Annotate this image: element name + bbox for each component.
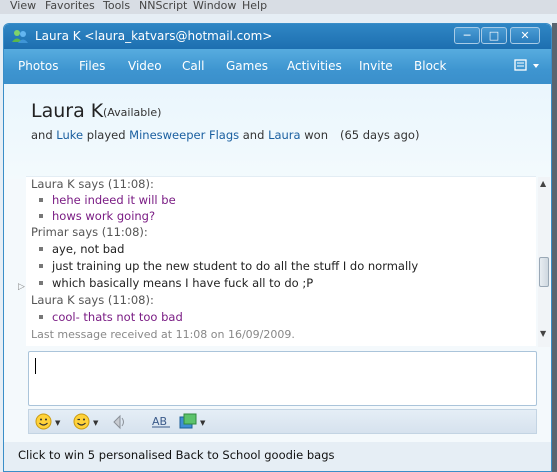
activity-player-link[interactable]: Luke: [56, 128, 83, 142]
advertisement-link[interactable]: Click to win 5 personalised Back to Scho…: [18, 448, 335, 462]
message-text: just training up the new student to do a…: [52, 259, 419, 273]
messenger-buddy-icon: [12, 29, 28, 43]
bullet-icon: [39, 315, 43, 319]
minimize-icon: ─: [463, 29, 471, 42]
scroll-down-icon[interactable]: ▼: [540, 329, 546, 338]
message-line: hows work going?: [31, 209, 155, 223]
bullet-icon: [39, 214, 43, 218]
contact-name: Laura K: [31, 100, 104, 122]
maximize-button[interactable]: □: [481, 27, 507, 44]
wink-icon[interactable]: [73, 413, 90, 433]
close-icon: ✕: [520, 29, 530, 42]
parent-menu-bar: View Favorites Tools NNScript Window Hel…: [0, 0, 557, 14]
activity-text: and: [239, 128, 269, 142]
action-toolbar: Photos Files Video Call Games Activities…: [4, 49, 551, 84]
message-line: hehe indeed it will be: [31, 193, 176, 207]
maximize-icon: □: [488, 29, 500, 42]
contact-status: (Available): [103, 106, 162, 119]
message-line: aye, not bad: [31, 242, 124, 256]
message-text: hehe indeed it will be: [52, 193, 176, 207]
message-text: hows work going?: [52, 209, 156, 223]
menu-favorites[interactable]: Favorites: [45, 0, 95, 12]
message-text: cool- thats not too bad: [52, 310, 183, 324]
chevron-down-icon[interactable]: ▼: [55, 419, 60, 427]
conversation-history[interactable]: Laura K says (11:08): hehe indeed it wil…: [26, 176, 536, 346]
activity-text: played: [83, 128, 130, 142]
minimize-button[interactable]: ─: [454, 27, 480, 44]
menu-dropdown-icon: [514, 59, 539, 71]
background-edge: [552, 23, 557, 472]
background-icon[interactable]: [179, 413, 197, 433]
svg-text:AB: AB: [152, 415, 167, 428]
message-line: cool- thats not too bad: [31, 310, 183, 324]
menu-nnscript[interactable]: NNScript: [139, 0, 187, 12]
close-button[interactable]: ✕: [510, 27, 540, 44]
input-toolbar: ▼ ▼ AB ▼: [28, 409, 537, 434]
toolbar-files[interactable]: Files: [79, 59, 105, 73]
nudge-icon[interactable]: [111, 413, 128, 433]
expand-arrow-icon[interactable]: ▷: [18, 282, 25, 292]
conversation-scrollbar[interactable]: ▲ ▼: [538, 177, 550, 347]
bullet-icon: [39, 281, 43, 285]
chevron-down-icon[interactable]: ▼: [93, 419, 98, 427]
message-sender: Primar says (11:08):: [31, 225, 148, 239]
message-line: just training up the new student to do a…: [31, 259, 418, 273]
toolbar-activities[interactable]: Activities: [287, 59, 342, 73]
menu-tools[interactable]: Tools: [103, 0, 130, 12]
menu-help[interactable]: Help: [242, 0, 267, 12]
toolbar-video[interactable]: Video: [128, 59, 162, 73]
last-message-received: Last message received at 11:08 on 16/09/…: [31, 328, 295, 341]
toolbar-block[interactable]: Block: [414, 59, 446, 73]
bullet-icon: [39, 247, 43, 251]
bullet-icon: [39, 264, 43, 268]
toolbar-photos[interactable]: Photos: [18, 59, 58, 73]
recent-activity: and Luke played Minesweeper Flags and La…: [31, 128, 419, 142]
activity-text: won: [300, 128, 328, 142]
conversation-window: Laura K <laura_katvars@hotmail.com> ─ □ …: [3, 23, 552, 472]
message-text: which basically means I have fuck all to…: [52, 276, 314, 290]
scroll-up-icon[interactable]: ▲: [540, 179, 546, 188]
emoticon-icon[interactable]: [35, 413, 52, 433]
activity-time-ago: (65 days ago): [339, 128, 420, 142]
chevron-down-icon[interactable]: ▼: [200, 419, 205, 427]
activity-winner-link[interactable]: Laura: [268, 128, 301, 142]
message-sender: Laura K says (11:08):: [31, 293, 154, 307]
message-text: aye, not bad: [52, 242, 125, 256]
window-title: Laura K <laura_katvars@hotmail.com>: [35, 29, 273, 43]
scrollbar-thumb[interactable]: [539, 257, 549, 287]
bullet-icon: [39, 198, 43, 202]
activity-text: and: [31, 128, 57, 142]
advertisement-bar: Click to win 5 personalised Back to Scho…: [4, 442, 551, 471]
text-caret: [35, 358, 36, 374]
message-input[interactable]: [28, 351, 537, 406]
toolbar-invite[interactable]: Invite: [359, 59, 393, 73]
title-bar[interactable]: Laura K <laura_katvars@hotmail.com> ─ □ …: [4, 24, 551, 49]
toolbar-games[interactable]: Games: [226, 59, 268, 73]
contact-header: Laura K (Available) and Luke played Mine…: [4, 84, 551, 179]
font-icon[interactable]: AB: [151, 413, 171, 433]
toolbar-menu-button[interactable]: [514, 58, 542, 75]
message-sender: Laura K says (11:08):: [31, 177, 154, 191]
menu-view[interactable]: View: [10, 0, 36, 12]
toolbar-call[interactable]: Call: [182, 59, 204, 73]
message-line: which basically means I have fuck all to…: [31, 276, 313, 290]
menu-window[interactable]: Window: [193, 0, 236, 12]
activity-game-link[interactable]: Minesweeper Flags: [129, 128, 239, 142]
